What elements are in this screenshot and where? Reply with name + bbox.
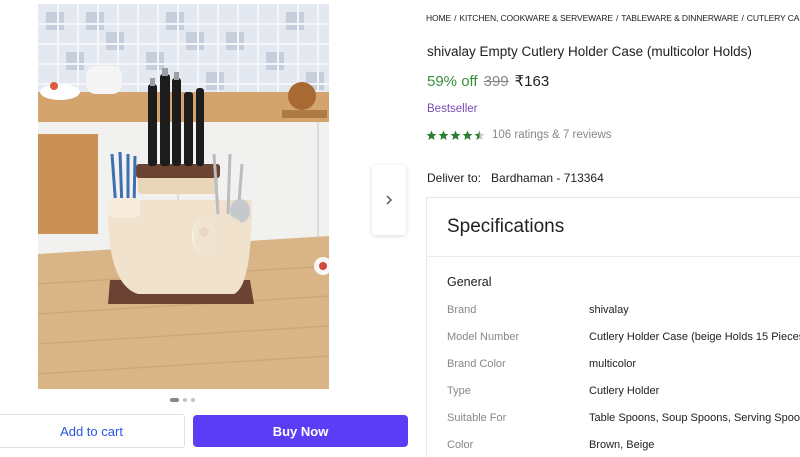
spec-key: Type — [447, 385, 471, 397]
add-to-cart-button[interactable]: Add to cart — [0, 414, 185, 448]
product-image[interactable] — [38, 4, 329, 389]
breadcrumb: HOME / KITCHEN, COOKWARE & SERVEWARE / TABLE… — [426, 13, 800, 23]
spec-value: Brown, Beige — [589, 439, 655, 451]
bestseller-badge: Bestseller — [427, 103, 478, 115]
specifications-heading: Specifications — [447, 216, 565, 237]
pagination-dot[interactable] — [191, 398, 195, 402]
breadcrumb-kitchen[interactable]: KITCHEN, COOKWARE & SERVEWARE — [459, 13, 613, 23]
product-photo-illustration — [38, 4, 329, 389]
deliver-label: Deliver to: — [427, 171, 482, 185]
deliver-pincode[interactable]: Bardhaman - 713364 — [491, 171, 604, 185]
product-gallery: Add to cart Buy Now — [0, 0, 412, 457]
spec-value: shivalay — [589, 304, 629, 316]
spec-value: Cutlery Holder — [589, 385, 660, 397]
image-pagination-dots — [170, 398, 195, 402]
ratings-count[interactable]: 106 ratings & 7 reviews — [492, 129, 612, 141]
spec-value: Table Spoons, Soup Spoons, Serving Spoon… — [589, 412, 800, 424]
product-title: shivalay Empty Cutlery Holder Case (mult… — [427, 44, 752, 59]
price-row: 59% off 399 ₹163 — [427, 72, 549, 90]
specifications-card: Specifications General Brand shivalay Mo… — [426, 197, 800, 457]
buy-now-button[interactable]: Buy Now — [193, 415, 408, 447]
rating-summary[interactable]: 106 ratings & 7 reviews — [426, 129, 612, 141]
spec-key: Color — [447, 439, 474, 451]
divider — [427, 256, 800, 257]
spec-section-general: General — [447, 275, 492, 289]
original-price: 399 — [483, 73, 509, 90]
pagination-dot[interactable] — [183, 398, 187, 402]
chevron-right-icon — [386, 195, 393, 205]
pagination-dot-active[interactable] — [170, 398, 179, 402]
breadcrumb-tableware[interactable]: TABLEWARE & DINNERWARE — [621, 13, 738, 23]
spec-key: Suitable For — [447, 412, 507, 424]
breadcrumb-cutlery-cases[interactable]: CUTLERY CASES — [747, 13, 800, 23]
discount-percent: 59% off — [427, 73, 478, 90]
next-image-button[interactable] — [372, 165, 406, 235]
product-details: HOME / KITCHEN, COOKWARE & SERVEWARE / TABLE… — [426, 0, 800, 457]
star-rating — [426, 130, 486, 141]
star-icons — [426, 130, 485, 140]
delivery-location[interactable]: Deliver to: Bardhaman - 713364 — [427, 171, 604, 185]
spec-value: multicolor — [589, 358, 637, 370]
spec-value: Cutlery Holder Case (beige Holds 15 Piec… — [589, 331, 800, 343]
spec-key: Model Number — [447, 331, 520, 343]
breadcrumb-home[interactable]: HOME — [426, 13, 451, 23]
spec-key: Brand — [447, 304, 477, 316]
spec-key: Brand Color — [447, 358, 506, 370]
selling-price: ₹163 — [514, 73, 550, 90]
purchase-actions: Add to cart Buy Now — [0, 414, 412, 448]
